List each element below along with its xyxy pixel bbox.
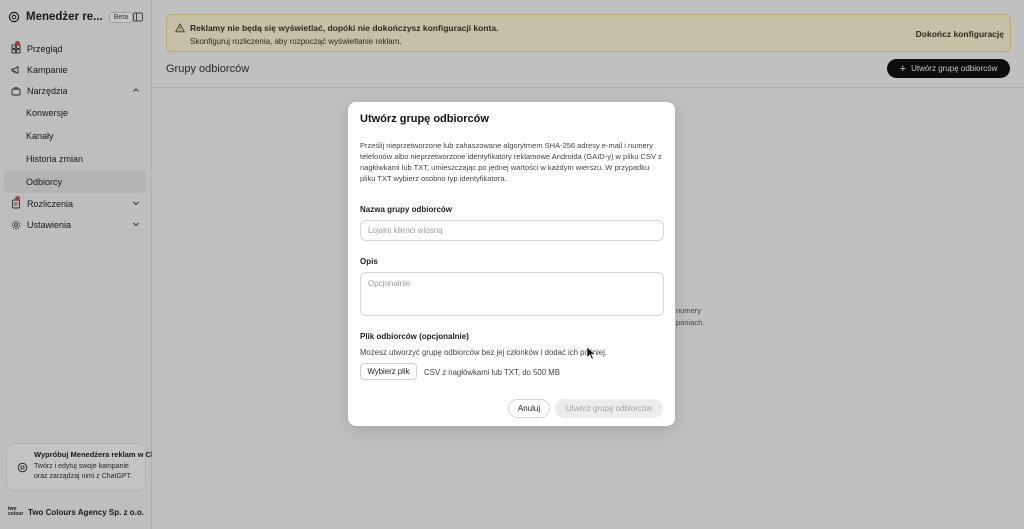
description-label: Opis [360,257,378,266]
cancel-button[interactable]: Anuluj [508,399,550,418]
audience-name-label: Nazwa grupy odbiorców [360,205,453,214]
audience-file-hint: Możesz utworzyć grupę odbiorców bez jej … [360,348,608,357]
file-requirements: CSV z nagłówkami lub TXT, do 500 MB [424,368,560,377]
dialog-title: Utwórz grupę odbiorców [360,113,489,125]
audience-file-label: Plik odbiorców (opcjonalnie) [360,332,469,341]
description-input[interactable] [360,272,664,316]
create-audience-submit-button[interactable]: Utwórz grupę odbiorców [555,399,663,418]
mouse-cursor-icon [586,346,596,360]
create-audience-dialog: Utwórz grupę odbiorców Prześlij nieprzet… [348,102,675,426]
dialog-description: Prześlij nieprzetworzone lub zahaszowane… [360,141,662,183]
audience-name-input[interactable] [360,220,664,241]
choose-file-button[interactable]: Wybierz plik [360,363,417,380]
